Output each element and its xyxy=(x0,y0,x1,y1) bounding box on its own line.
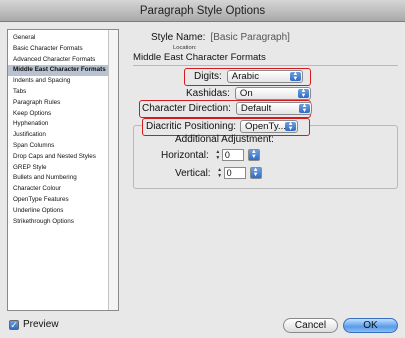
sidebar-item[interactable]: Indents and Spacing xyxy=(8,76,109,87)
sidebar-item[interactable]: Basic Character Formats xyxy=(8,44,109,55)
horizontal-input[interactable]: 0 xyxy=(221,149,244,161)
sidebar-item[interactable]: Span Columns xyxy=(8,141,109,152)
diacritic-select[interactable]: OpenTy... ▲ ▼ xyxy=(240,120,299,133)
style-name-row: Style Name: [Basic Paragraph] xyxy=(151,32,290,43)
char-direction-select[interactable]: Default ▲ ▼ xyxy=(235,102,312,115)
updown-arrow-icon: ▲ ▼ xyxy=(285,121,297,132)
sidebar-item[interactable]: Drop Caps and Nested Styles xyxy=(8,152,109,163)
diacritic-row: Diacritic Positioning: OpenTy... ▲ ▼ xyxy=(146,120,299,133)
cancel-button[interactable]: Cancel xyxy=(283,318,338,333)
sidebar-item[interactable]: Underline Options xyxy=(8,206,109,217)
dropdown-arrow-icon[interactable]: ▲ ▼ xyxy=(247,149,260,161)
updown-arrow-icon: ▲ ▼ xyxy=(298,103,310,114)
dropdown-arrow-icon[interactable]: ▲ ▼ xyxy=(249,167,262,179)
horizontal-row: Horizontal: ▲ ▼ 0 ▲ ▼ xyxy=(161,149,260,161)
style-name-value[interactable]: [Basic Paragraph] xyxy=(210,32,290,43)
vertical-stepper[interactable]: ▲ ▼ 0 ▲ ▼ xyxy=(216,167,262,179)
section-divider xyxy=(133,65,398,66)
char-direction-value: Default xyxy=(240,103,272,114)
sidebar-item[interactable]: OpenType Features xyxy=(8,195,109,206)
kashidas-row: Kashidas: On ▲ ▼ xyxy=(186,87,311,100)
additional-label: Additional Adjustment: xyxy=(175,134,274,145)
sidebar-item[interactable]: Keep Options xyxy=(8,109,109,120)
char-direction-row: Character Direction: Default ▲ ▼ xyxy=(142,102,312,115)
sidebar-item[interactable]: GREP Style xyxy=(8,163,109,174)
category-list[interactable]: General Basic Character Formats Advanced C… xyxy=(7,29,119,311)
updown-arrow-icon: ▲ ▼ xyxy=(297,88,309,99)
style-name-label: Style Name: xyxy=(151,32,206,43)
diacritic-label: Diacritic Positioning: xyxy=(146,121,237,132)
sidebar-item[interactable]: Bullets and Numbering xyxy=(8,173,109,184)
checkmark-icon: ✓ xyxy=(10,320,18,330)
horizontal-label: Horizontal: xyxy=(161,149,209,161)
sidebar-item[interactable]: General xyxy=(8,33,109,44)
digits-select[interactable]: Arabic ▲ ▼ xyxy=(226,70,303,83)
diacritic-value: OpenTy... xyxy=(245,121,286,132)
location-label: Location: xyxy=(173,45,197,51)
location-row: Location: xyxy=(173,45,197,51)
preview-label[interactable]: Preview xyxy=(23,319,59,330)
title-bar: Paragraph Style Options xyxy=(0,0,405,22)
kashidas-select[interactable]: On ▲ ▼ xyxy=(234,87,311,100)
category-list-items: General Basic Character Formats Advanced C… xyxy=(8,33,109,227)
char-direction-label: Character Direction: xyxy=(142,103,231,114)
kashidas-label: Kashidas: xyxy=(186,88,230,99)
sidebar-item[interactable]: Justification xyxy=(8,130,109,141)
stepper-arrows-icon[interactable]: ▲ ▼ xyxy=(216,167,224,179)
sidebar-item[interactable]: Paragraph Rules xyxy=(8,98,109,109)
sidebar-item[interactable]: Tabs xyxy=(8,87,109,98)
ok-button[interactable]: OK xyxy=(343,318,398,333)
sidebar-item[interactable]: Advanced Character Formats xyxy=(8,55,109,66)
horizontal-stepper[interactable]: ▲ ▼ 0 ▲ ▼ xyxy=(214,149,260,161)
kashidas-value: On xyxy=(239,88,253,99)
sidebar-item[interactable]: Hyphenation xyxy=(8,119,109,130)
section-title-row: Middle East Character Formats xyxy=(133,52,266,63)
vertical-row: Vertical: ▲ ▼ 0 ▲ ▼ xyxy=(175,167,262,179)
updown-arrow-icon: ▲ ▼ xyxy=(289,71,301,82)
stepper-arrows-icon[interactable]: ▲ ▼ xyxy=(214,149,222,161)
category-list-scrollbar[interactable] xyxy=(108,30,118,310)
sidebar-item[interactable]: Middle East Character Formats xyxy=(8,65,109,77)
digits-label: Digits: xyxy=(194,71,222,82)
digits-row: Digits: Arabic ▲ ▼ xyxy=(194,70,303,83)
window-title: Paragraph Style Options xyxy=(139,4,266,17)
section-title: Middle East Character Formats xyxy=(133,52,266,63)
preview-checkbox[interactable]: ✓ xyxy=(9,320,19,330)
additional-row: Additional Adjustment: xyxy=(175,134,274,145)
digits-value: Arabic xyxy=(231,71,259,82)
sidebar-item[interactable]: Strikethrough Options xyxy=(8,217,109,228)
sidebar-item[interactable]: Character Colour xyxy=(8,184,109,195)
vertical-input[interactable]: 0 xyxy=(223,167,246,179)
vertical-label: Vertical: xyxy=(175,167,211,179)
